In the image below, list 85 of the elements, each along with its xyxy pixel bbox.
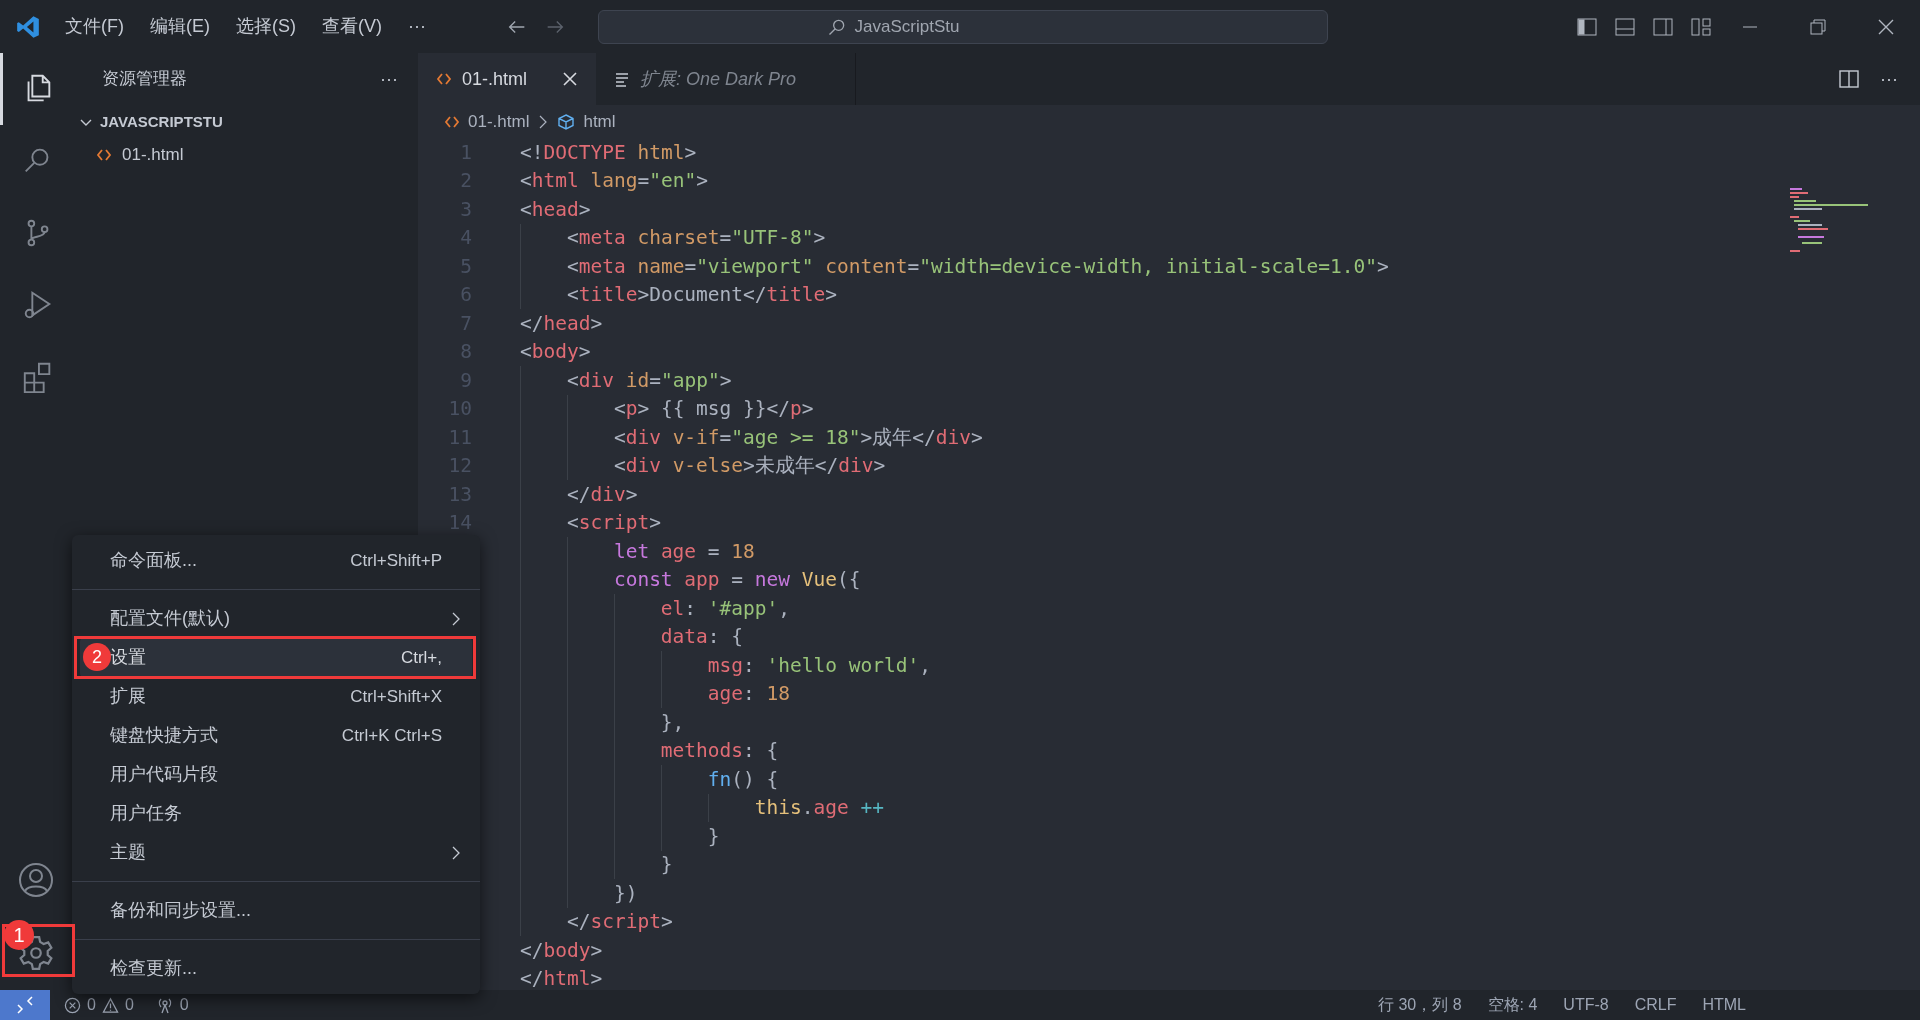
code-line: this.age ++ [754, 795, 884, 822]
status-item[interactable]: HTML [1702, 993, 1746, 1017]
shortcut-label: Ctrl+Shift+X [350, 685, 442, 708]
code-line: </html> [520, 966, 603, 993]
secondary-sidebar-icon[interactable] [1652, 15, 1674, 38]
panel-toggle-icon[interactable] [1614, 15, 1636, 38]
code-line: <div v-else>未成年</div> [613, 453, 886, 480]
menu-item[interactable]: 用户代码片段 [80, 755, 472, 794]
code-line: </head> [520, 310, 603, 337]
code-line: }, [660, 709, 685, 736]
code-line: el: '#app', [660, 595, 791, 622]
warning-icon [101, 996, 119, 1014]
code-line: </script> [566, 909, 673, 936]
menu-item[interactable]: 文件(F) [65, 13, 124, 40]
code-file-icon [436, 71, 452, 87]
code-line: <body> [520, 339, 591, 366]
code-line: <title>Document</title> [566, 282, 837, 309]
split-editor-icon[interactable] [1838, 68, 1860, 90]
more-actions-button[interactable]: ··· [380, 65, 398, 93]
code-file-icon [96, 147, 112, 163]
chevron-icon [450, 844, 462, 861]
code-line: <div v-if="age >= 18">成年</div> [613, 424, 983, 451]
layout-icon[interactable] [1690, 15, 1712, 38]
problems-button[interactable]: 0 0 [64, 993, 134, 1017]
code-line: const app = new Vue({ [613, 567, 861, 594]
sidebar-toggle-icon[interactable] [1576, 15, 1598, 38]
editor-tab[interactable]: 01-.html [418, 53, 596, 105]
menu-item[interactable]: 键盘快捷方式 Ctrl+K Ctrl+S [80, 716, 472, 755]
code-line: </div> [566, 481, 638, 508]
code-line: }) [613, 880, 638, 907]
code-line: </body> [520, 937, 603, 964]
menu-item[interactable]: 主题 [80, 833, 472, 872]
ports-button[interactable]: 0 [155, 993, 189, 1017]
code-line: let age = 18 [613, 538, 755, 565]
code-line: fn() { [707, 766, 779, 793]
code-line: } [707, 823, 720, 850]
cube-icon [557, 112, 576, 131]
shortcut-label: Ctrl+, [400, 646, 442, 669]
code-line: <head> [520, 196, 591, 223]
sidebar-title: 资源管理器 [102, 68, 187, 91]
code-line: methods: { [660, 738, 779, 765]
error-icon [64, 996, 81, 1014]
close-icon[interactable] [562, 71, 578, 87]
status-item[interactable]: UTF-8 [1563, 993, 1609, 1017]
code-line: <div id="app"> [566, 367, 732, 394]
more-actions-button[interactable]: ··· [1880, 65, 1898, 93]
status-item[interactable]: 行 30，列 8 [1377, 993, 1462, 1017]
menu-item[interactable]: 检查更新... [80, 949, 472, 988]
shortcut-label: Ctrl+K Ctrl+S [341, 724, 442, 747]
file-item[interactable]: 01-.html [72, 139, 418, 171]
code-line: <html lang="en"> [520, 168, 708, 195]
menu-item[interactable]: 配置文件(默认) [80, 599, 472, 638]
chevron-icon [450, 610, 462, 627]
remote-icon [16, 996, 34, 1014]
menu-item[interactable]: 命令面板... Ctrl+Shift+P [80, 541, 472, 580]
menu-item[interactable]: 扩展 Ctrl+Shift+X [80, 677, 472, 716]
status-item[interactable]: CRLF [1634, 993, 1677, 1017]
code-line: <meta name="viewport" content="width=device-width, initial-scale=1.0"> [566, 253, 1389, 280]
more-menu-button[interactable]: ··· [408, 13, 426, 40]
status-item[interactable]: 空格: 4 [1487, 993, 1538, 1017]
remote-button[interactable] [0, 990, 50, 1020]
document-icon [614, 71, 630, 87]
code-line: msg: 'hello world', [707, 652, 931, 679]
menu-item[interactable]: 选择(S) [236, 13, 296, 40]
app-logo-icon [15, 13, 41, 40]
callout-badge: 2 [83, 643, 111, 671]
menu-item[interactable]: 备份和同步设置... [80, 891, 472, 930]
restore-icon[interactable] [1808, 16, 1828, 37]
code-line: age: 18 [707, 681, 790, 708]
code-line: <script> [566, 510, 661, 537]
shortcut-label: Ctrl+Shift+P [350, 549, 442, 572]
menu-item[interactable]: 用户任务 [80, 794, 472, 833]
code-line: <meta charset="UTF-8"> [566, 225, 826, 252]
folder-header[interactable]: JAVASCRIPTSTU [72, 105, 418, 139]
menu-item[interactable]: 编辑(E) [150, 13, 210, 40]
code-line: <p> {{ msg }}</p> [613, 396, 814, 423]
search-text: JavaScriptStu [854, 15, 960, 38]
menu-item[interactable]: 查看(V) [322, 13, 382, 40]
code-line: } [660, 852, 673, 879]
search-field[interactable]: JavaScriptStu [597, 9, 1328, 44]
account-icon[interactable] [18, 862, 54, 898]
code-line: data: { [660, 624, 744, 651]
code-line: <!DOCTYPE html> [520, 139, 697, 166]
breadcrumb-item[interactable]: html [557, 108, 616, 135]
breadcrumb-item[interactable]: 01-.html [444, 108, 530, 135]
